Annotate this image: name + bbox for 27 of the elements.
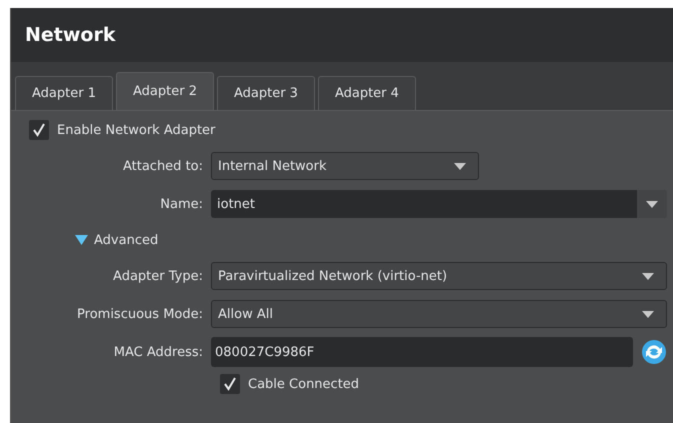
dropdown[interactable]: Internal Network	[211, 152, 479, 180]
caret-icon	[454, 162, 466, 170]
field-label: Attached to:	[122, 158, 204, 174]
combo-field[interactable]: iotnet	[211, 190, 667, 218]
field-label: Adapter Type:	[112, 268, 204, 284]
tab[interactable]: Adapter 3	[216, 76, 315, 110]
caret-icon	[642, 272, 654, 280]
advanced-toggle[interactable]: Advanced	[75, 223, 158, 257]
checkbox-label: Cable Connected	[248, 376, 360, 392]
caret-icon	[642, 310, 654, 318]
caret-icon	[646, 200, 658, 208]
tab[interactable]: Adapter 2	[116, 72, 214, 110]
dropdown[interactable]: Allow All	[211, 300, 667, 328]
refresh-icon[interactable]	[641, 339, 667, 365]
checkbox[interactable]	[29, 120, 49, 140]
field-label: MAC Address:	[112, 344, 204, 360]
expand-triangle-icon	[75, 235, 88, 245]
dropdown-button[interactable]	[637, 190, 667, 218]
field-label: Promiscuous Mode:	[76, 306, 204, 322]
tab[interactable]: Adapter 1	[15, 76, 113, 110]
window-title: Network	[25, 24, 116, 46]
dropdown[interactable]: Paravirtualized Network (virtio-net)	[211, 262, 667, 290]
tab[interactable]: Adapter 4	[318, 76, 416, 110]
input-field[interactable]: 080027C9986F	[211, 337, 633, 367]
checkbox-label: Enable Network Adapter	[57, 122, 216, 138]
field-label: Name:	[159, 196, 204, 212]
checkbox[interactable]	[220, 374, 240, 394]
